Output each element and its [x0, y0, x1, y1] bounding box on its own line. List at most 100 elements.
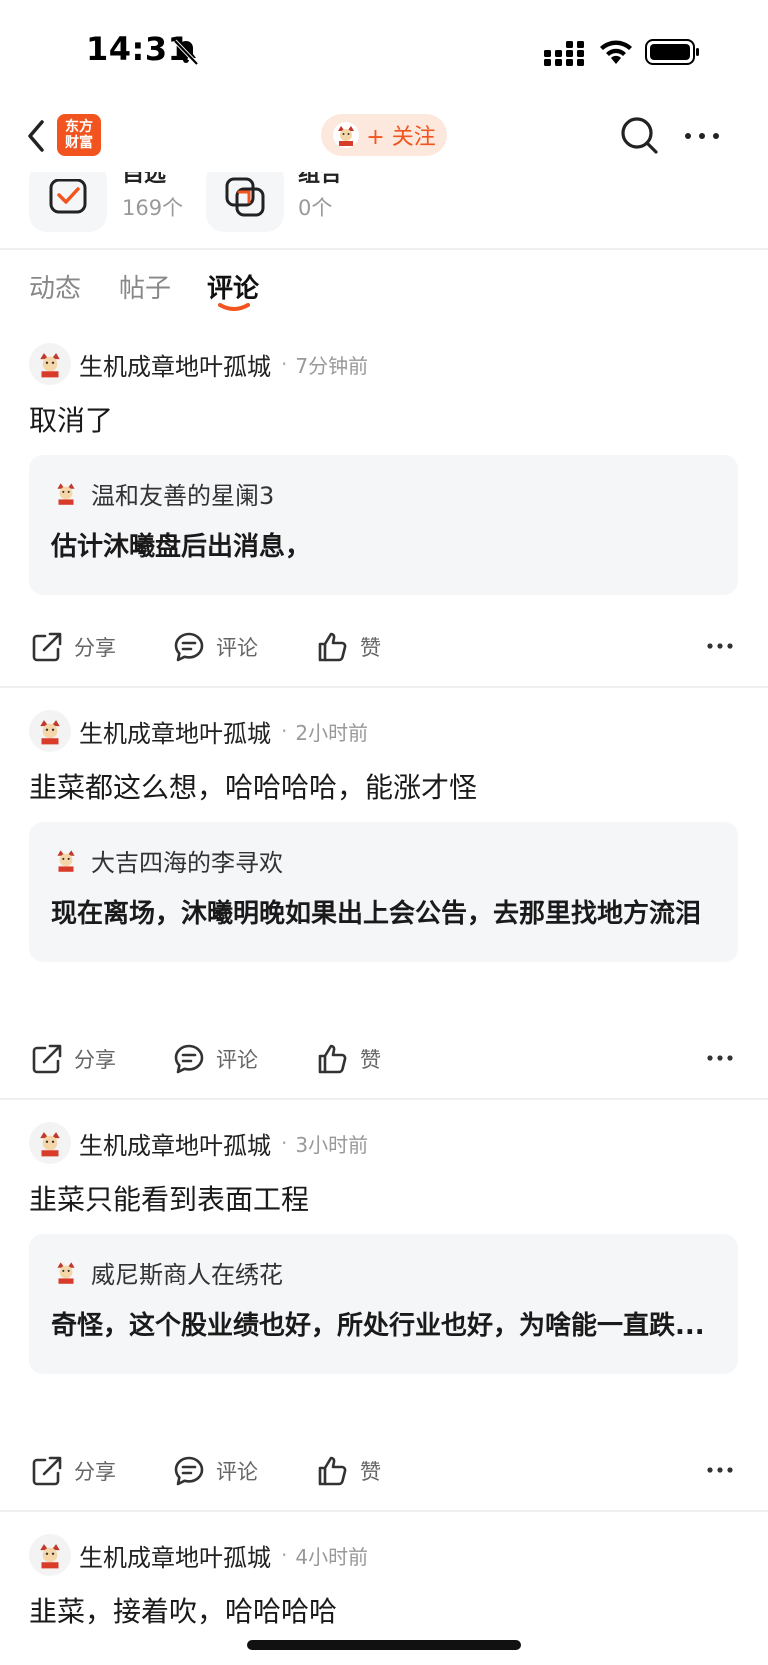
comment-header: 生机成章地叶孤城 · 4小时前: [29, 1534, 368, 1576]
share-button[interactable]: 分享: [30, 625, 116, 669]
separator-dot: ·: [281, 719, 288, 743]
share-icon: [32, 632, 62, 662]
like-label: 赞: [360, 636, 381, 660]
comment-text: 韭菜都这么想，哈哈哈哈，能涨才怪: [29, 771, 478, 804]
quoted-username[interactable]: 温和友善的星阑3: [91, 476, 274, 511]
quoted-text: 现在离场，沐曦明晚如果出上会公告，去那里找地方流泪: [51, 899, 702, 929]
wifi-icon: [600, 40, 632, 64]
separator-dot: ·: [281, 1543, 288, 1567]
comment-time: 2小时前: [295, 720, 369, 745]
tab-comments[interactable]: 评论: [207, 268, 259, 305]
action-bar: 分享 评论 赞: [0, 1449, 768, 1493]
share-label: 分享: [74, 1460, 116, 1484]
comment-time: 3小时前: [295, 1132, 369, 1157]
back-chevron-icon[interactable]: [22, 116, 50, 156]
cellular-signal-icon: [544, 41, 584, 66]
comment-text: 韭菜只能看到表面工程: [29, 1183, 310, 1216]
more-options-icon[interactable]: [706, 1465, 734, 1475]
share-icon: [32, 1456, 62, 1486]
share-label: 分享: [74, 636, 116, 660]
battery-icon: [645, 39, 699, 65]
stat-count: 169个: [122, 196, 184, 220]
comment-icon: [174, 632, 204, 662]
more-options-icon[interactable]: [706, 1053, 734, 1063]
search-icon[interactable]: [618, 114, 660, 156]
avatar: [51, 1257, 81, 1287]
comment-text: 取消了: [29, 404, 114, 437]
like-button[interactable]: 赞: [316, 1449, 381, 1493]
action-bar: 分享 评论 赞: [0, 1037, 768, 1081]
divider: [0, 1098, 768, 1100]
like-button[interactable]: 赞: [316, 1037, 381, 1081]
comment-time: 4小时前: [295, 1544, 369, 1569]
stat-title: 自选: [122, 172, 167, 187]
quoted-post[interactable]: 威尼斯商人在绣花奇怪，这个股业绩也好，所处行业也好，为啥能一直跌...: [29, 1234, 738, 1374]
quoted-text: 估计沐曦盘后出消息，: [51, 532, 312, 562]
comment-button[interactable]: 评论: [172, 625, 258, 669]
like-label: 赞: [360, 1048, 381, 1072]
comment-username[interactable]: 生机成章地叶孤城: [79, 347, 271, 382]
thumbs-up-icon: [318, 1044, 347, 1074]
app-logo: 东方 财富: [57, 114, 101, 156]
divider: [0, 248, 768, 250]
avatar: [333, 122, 360, 148]
divider: [0, 1510, 768, 1512]
more-options-icon[interactable]: [682, 130, 722, 142]
comment-label: 评论: [216, 1460, 258, 1484]
avatar[interactable]: [29, 710, 71, 752]
tab-active-indicator: [218, 303, 250, 311]
stats-row: 自选 169个 组合 0个: [0, 172, 768, 248]
avatar: [51, 478, 81, 508]
tab-feed[interactable]: 动态: [29, 268, 81, 305]
logo-line2: 财富: [65, 135, 93, 151]
home-indicator: [247, 1640, 521, 1650]
quoted-username[interactable]: 威尼斯商人在绣花: [91, 1255, 283, 1290]
quoted-header: 大吉四海的李寻欢: [51, 842, 716, 878]
comment-header: 生机成章地叶孤城 · 2小时前: [29, 710, 368, 752]
logo-line1: 东方: [65, 119, 93, 135]
share-icon: [32, 1044, 62, 1074]
divider: [0, 686, 768, 688]
avatar[interactable]: [29, 1122, 71, 1164]
comment-text: 韭菜，接着吹，哈哈哈哈: [29, 1595, 338, 1628]
avatar: [51, 845, 81, 875]
like-button[interactable]: 赞: [316, 625, 381, 669]
thumbs-up-icon: [318, 632, 347, 662]
share-label: 分享: [74, 1048, 116, 1072]
stat-count: 0个: [298, 196, 333, 220]
action-bar: 分享 评论 赞: [0, 625, 768, 669]
share-button[interactable]: 分享: [30, 1037, 116, 1081]
quoted-header: 威尼斯商人在绣花: [51, 1254, 716, 1290]
comment-header: 生机成章地叶孤城 · 3小时前: [29, 1122, 368, 1164]
status-bar: 14:31: [0, 0, 768, 100]
quoted-post[interactable]: 大吉四海的李寻欢现在离场，沐曦明晚如果出上会公告，去那里找地方流泪: [29, 822, 738, 962]
separator-dot: ·: [281, 1131, 288, 1155]
quoted-username[interactable]: 大吉四海的李寻欢: [91, 843, 283, 878]
avatar[interactable]: [29, 1534, 71, 1576]
quoted-post[interactable]: 温和友善的星阑3 估计沐曦盘后出消息，: [29, 455, 738, 595]
follow-button[interactable]: + 关注: [321, 114, 447, 156]
portfolio-icon: [225, 177, 265, 217]
quoted-header: 温和友善的星阑3: [51, 475, 716, 511]
comment-label: 评论: [216, 1048, 258, 1072]
stat-portfolio-button[interactable]: [206, 172, 284, 232]
comment-header: 生机成章地叶孤城 · 7分钟前: [29, 343, 368, 385]
share-button[interactable]: 分享: [30, 1449, 116, 1493]
comment-icon: [174, 1456, 204, 1486]
nav-bar: 东方 财富 + 关注: [0, 100, 768, 172]
stat-watchlist-button[interactable]: [29, 172, 107, 232]
comment-username[interactable]: 生机成章地叶孤城: [79, 1126, 271, 1161]
like-label: 赞: [360, 1460, 381, 1484]
comment-username[interactable]: 生机成章地叶孤城: [79, 714, 271, 749]
comment-username[interactable]: 生机成章地叶孤城: [79, 1538, 271, 1573]
avatar[interactable]: [29, 343, 71, 385]
quoted-text: 奇怪，这个股业绩也好，所处行业也好，为啥能一直跌...: [51, 1311, 705, 1341]
comment-time: 7分钟前: [295, 353, 369, 378]
comment-label: 评论: [216, 636, 258, 660]
thumbs-up-icon: [318, 1456, 347, 1486]
tab-posts[interactable]: 帖子: [119, 268, 171, 305]
follow-label: + 关注: [366, 125, 436, 150]
comment-button[interactable]: 评论: [172, 1037, 258, 1081]
comment-button[interactable]: 评论: [172, 1449, 258, 1493]
more-options-icon[interactable]: [706, 641, 734, 651]
